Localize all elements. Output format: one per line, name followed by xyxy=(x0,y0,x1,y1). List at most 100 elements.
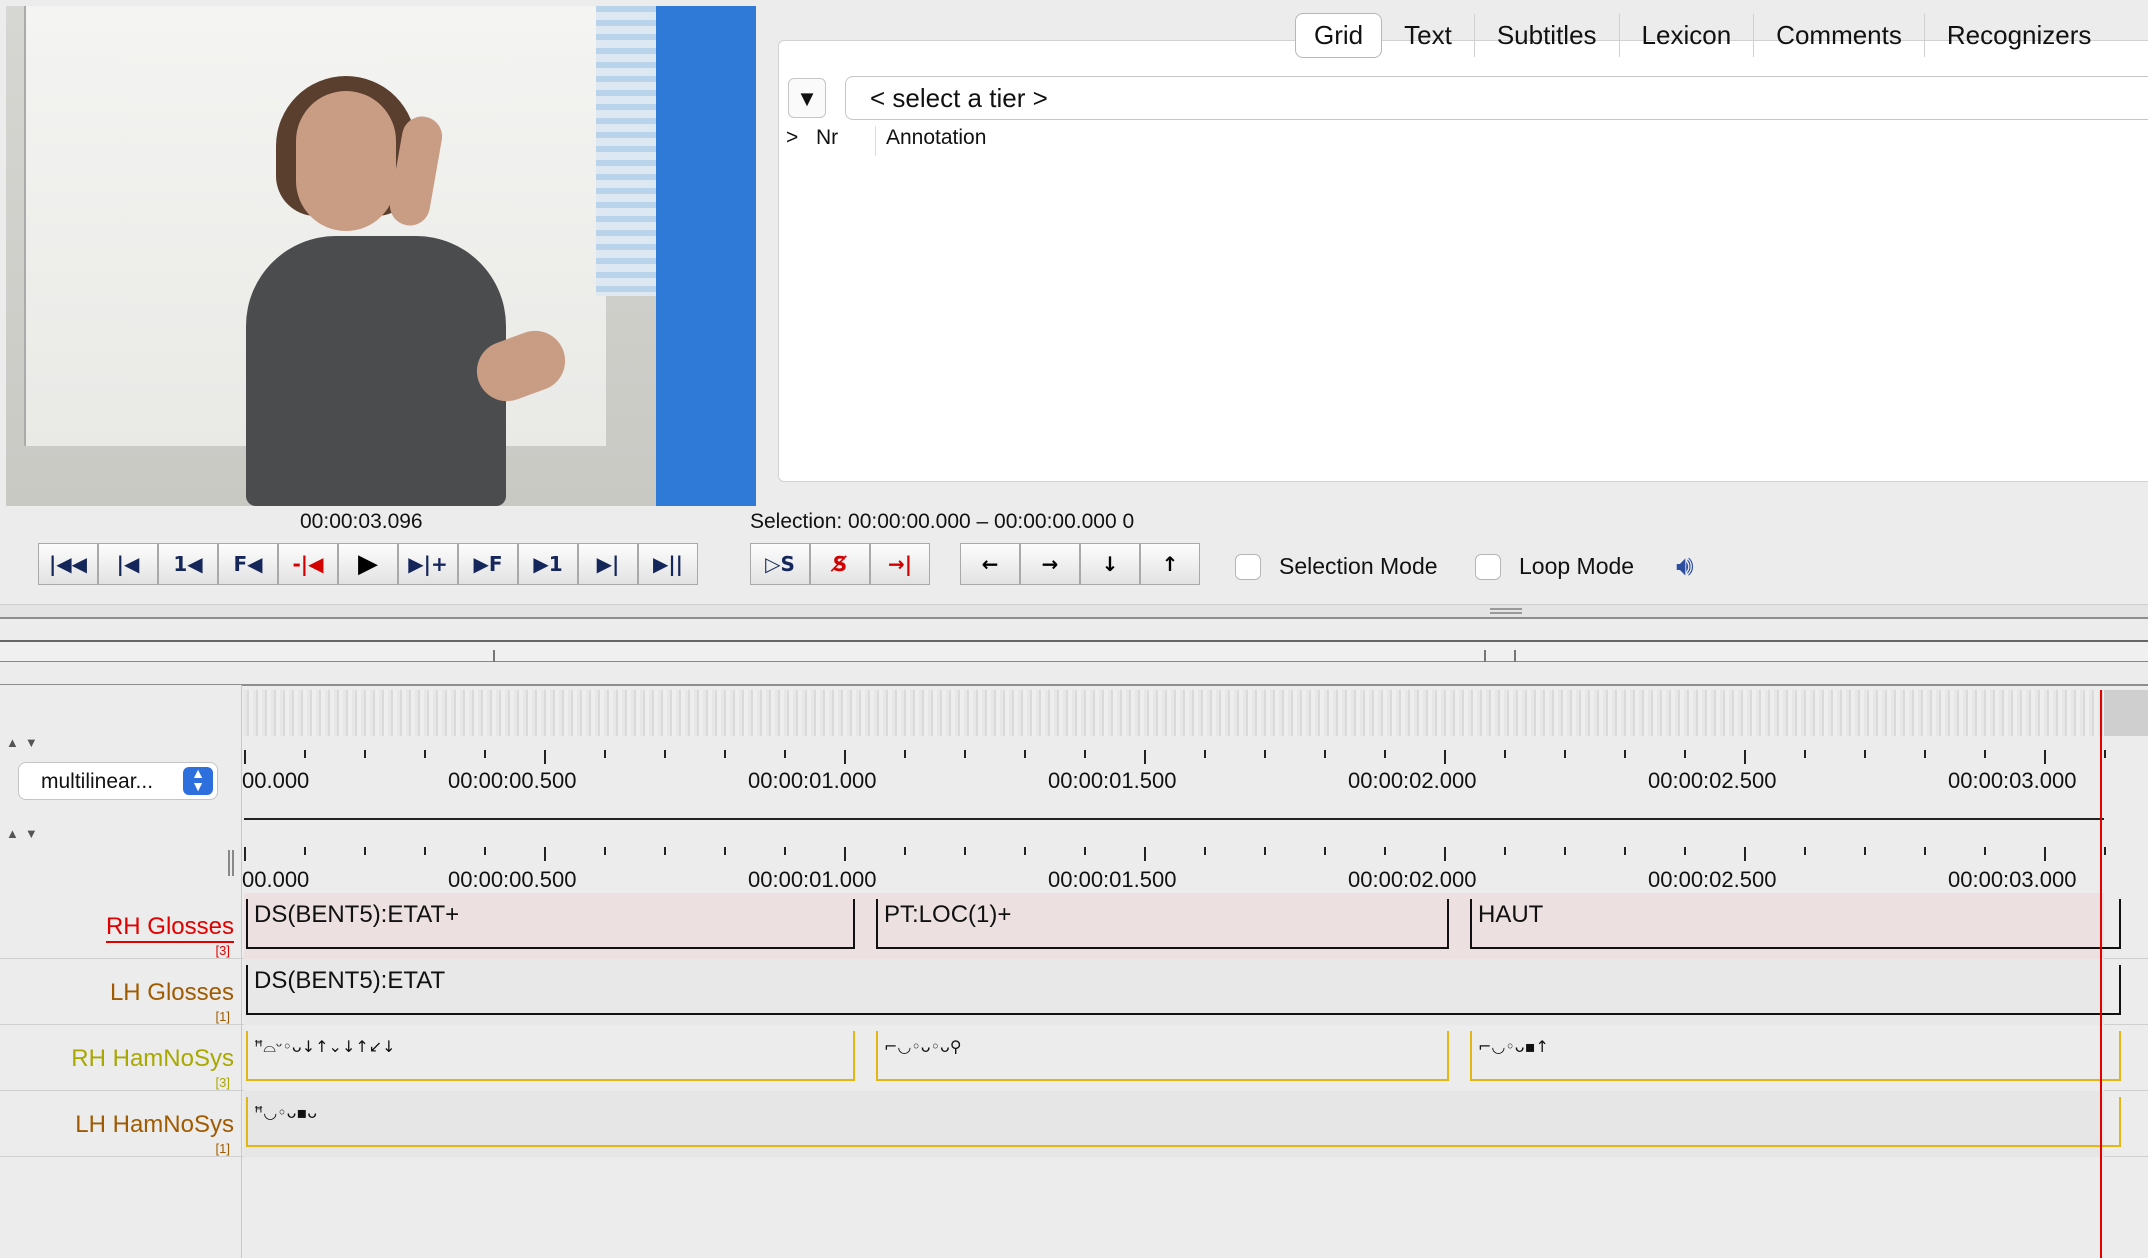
video-viewer[interactable] xyxy=(6,6,656,506)
tier-lane[interactable]: ꟸ⌓ᵕ◦ᴗ↓↑⌄↓↑↙↓ ⌐◡◦ᴗ◦ᴗ⚲ ⌐◡◦ᴗ▪↑ xyxy=(244,1025,2121,1091)
left-arrow-button[interactable]: ← xyxy=(960,543,1020,585)
next-frame-button[interactable]: ▶1 xyxy=(518,543,578,585)
ruler-tick xyxy=(1564,750,1566,758)
expand-column[interactable]: > xyxy=(786,126,816,156)
active-selection-boundary-button[interactable]: →| xyxy=(870,543,930,585)
go-to-begin-button[interactable]: |◀◀ xyxy=(38,543,98,585)
annotation[interactable]: DS(BENT5):ETAT xyxy=(246,965,2121,1015)
tier-annotation-count: [3] xyxy=(215,1075,230,1090)
annotation[interactable]: DS(BENT5):ETAT+ xyxy=(246,899,855,949)
previous-frame-button[interactable]: 1◀ xyxy=(158,543,218,585)
ruler-tick xyxy=(304,750,306,758)
annotation[interactable]: ꟸ◡◦ᴗ▪ᴗ xyxy=(246,1097,2121,1147)
loop-mode-box[interactable] xyxy=(1475,553,1501,580)
tab-bar: Grid Text Subtitles Lexicon Comments Rec… xyxy=(1295,12,2114,58)
grid-column-header: > Nr Annotation xyxy=(786,126,986,156)
timeline-mode-select[interactable]: multilinear... ▲ ▼ xyxy=(18,762,218,800)
ruler-tick xyxy=(1864,847,1866,855)
zoom-arrows-icon[interactable]: ▲▼ xyxy=(6,735,44,750)
split-divider[interactable] xyxy=(0,604,2148,618)
speaker-icon[interactable]: 🔊︎ xyxy=(1676,550,1694,583)
tier-select[interactable]: < select a tier > xyxy=(845,76,2148,120)
tier-lane[interactable]: DS(BENT5):ETAT xyxy=(244,959,2121,1025)
tier-name[interactable]: LH HamNoSys xyxy=(75,1111,234,1139)
ruler-tick xyxy=(2104,750,2106,758)
annotation[interactable]: ⌐◡◦ᴗ◦ᴗ⚲ xyxy=(876,1031,1449,1081)
overview-scrollbar[interactable] xyxy=(0,640,2148,662)
ruler-tick xyxy=(724,847,726,855)
play-button[interactable]: ▶ xyxy=(338,543,398,585)
ruler-tick xyxy=(604,750,606,758)
annotation[interactable]: PT:LOC(1)+ xyxy=(876,899,1449,949)
tab-lexicon[interactable]: Lexicon xyxy=(1620,13,1755,57)
overview-marker xyxy=(493,650,495,662)
clear-selection-button[interactable]: S̸ xyxy=(810,543,870,585)
ruler-tick xyxy=(1924,750,1926,758)
waveform-ruler-baseline xyxy=(244,818,2104,820)
play-selection-button[interactable]: ▷S xyxy=(750,543,810,585)
next-second-button[interactable]: ▶| xyxy=(578,543,638,585)
ruler-tick xyxy=(2104,847,2106,855)
ruler-tick xyxy=(1264,750,1266,758)
selection-mode-checkbox[interactable]: Selection Mode xyxy=(1235,553,1438,580)
previous-pixel-button[interactable]: -|◀ xyxy=(278,543,338,585)
next-pixel-button[interactable]: ▶|+ xyxy=(398,543,458,585)
timeline-top-border xyxy=(0,684,2148,686)
ruler-tick xyxy=(1744,847,1746,861)
waveform-end xyxy=(2104,690,2148,736)
tier-lane[interactable]: ꟸ◡◦ᴗ▪ᴗ xyxy=(244,1091,2121,1157)
ruler-tick xyxy=(484,847,486,855)
selection-mode-box[interactable] xyxy=(1235,553,1261,580)
ruler-tick xyxy=(364,847,366,855)
ruler-tick xyxy=(424,750,426,758)
right-arrow-button[interactable]: → xyxy=(1020,543,1080,585)
ruler-tick xyxy=(1984,847,1986,855)
tier-row: RH Glosses [3] DS(BENT5):ETAT+ PT:LOC(1)+ HA… xyxy=(0,893,2148,959)
tab-recognizers[interactable]: Recognizers xyxy=(1925,14,2114,57)
ruler-label: 00:00:02.500 xyxy=(1648,867,1777,892)
ruler-tick xyxy=(664,847,666,855)
ruler-label: 00.000 xyxy=(242,768,310,793)
tier-name[interactable]: LH Glosses xyxy=(110,979,234,1007)
ruler-tick xyxy=(1804,750,1806,758)
triangle-down-icon[interactable]: ▼ xyxy=(788,78,826,118)
tier-annotation-count: [3] xyxy=(215,943,230,958)
ruler-tick xyxy=(964,750,966,758)
scroll-handle-icon[interactable] xyxy=(228,850,234,876)
annotation[interactable]: HAUT xyxy=(1470,899,2121,949)
selection-controls: ▷S S̸ →| xyxy=(750,543,930,585)
ruler-tick xyxy=(1084,847,1086,855)
ruler-tick xyxy=(244,750,246,764)
waveform-viewer[interactable] xyxy=(244,690,2104,736)
annotation[interactable]: ꟸ⌓ᵕ◦ᴗ↓↑⌄↓↑↙↓ xyxy=(246,1031,855,1081)
previous-second-button[interactable]: |◀ xyxy=(98,543,158,585)
waveform-time-ruler[interactable]: 00.000 00:00:00.500 00:00:01.000 00:00:01.5… xyxy=(242,750,2148,806)
previous-f-button[interactable]: F◀ xyxy=(218,543,278,585)
next-f-button[interactable]: ▶F xyxy=(458,543,518,585)
tab-subtitles[interactable]: Subtitles xyxy=(1475,13,1620,57)
tier-name[interactable]: RH HamNoSys xyxy=(71,1045,234,1073)
tab-grid[interactable]: Grid xyxy=(1295,12,1383,58)
annotation[interactable]: ⌐◡◦ᴗ▪↑ xyxy=(1470,1031,2121,1081)
ruler-tick xyxy=(1444,847,1446,861)
tier-name[interactable]: RH Glosses xyxy=(105,913,234,943)
divider-grip-icon[interactable] xyxy=(1490,608,1522,614)
ruler-tick xyxy=(1144,750,1146,764)
signer-body xyxy=(246,236,506,506)
tier-lane[interactable]: DS(BENT5):ETAT+ PT:LOC(1)+ HAUT xyxy=(244,893,2121,959)
overview-marker xyxy=(1484,650,1486,662)
crosshair-cursor[interactable] xyxy=(2100,690,2102,1258)
signer-head xyxy=(296,91,396,231)
down-arrow-button[interactable]: ↓ xyxy=(1080,543,1140,585)
tab-text[interactable]: Text xyxy=(1382,13,1475,57)
annotation-column[interactable]: Annotation xyxy=(876,126,986,156)
ruler-tick xyxy=(964,847,966,855)
zoom-arrows-icon[interactable]: ▲▼ xyxy=(6,826,44,841)
loop-mode-checkbox[interactable]: Loop Mode xyxy=(1475,553,1634,580)
up-arrow-button[interactable]: ↑ xyxy=(1140,543,1200,585)
tab-comments[interactable]: Comments xyxy=(1754,13,1925,57)
nr-column[interactable]: Nr xyxy=(816,126,876,156)
ruler-tick xyxy=(904,750,906,758)
ruler-tick xyxy=(1984,750,1986,758)
go-to-end-button[interactable]: ▶|| xyxy=(638,543,698,585)
